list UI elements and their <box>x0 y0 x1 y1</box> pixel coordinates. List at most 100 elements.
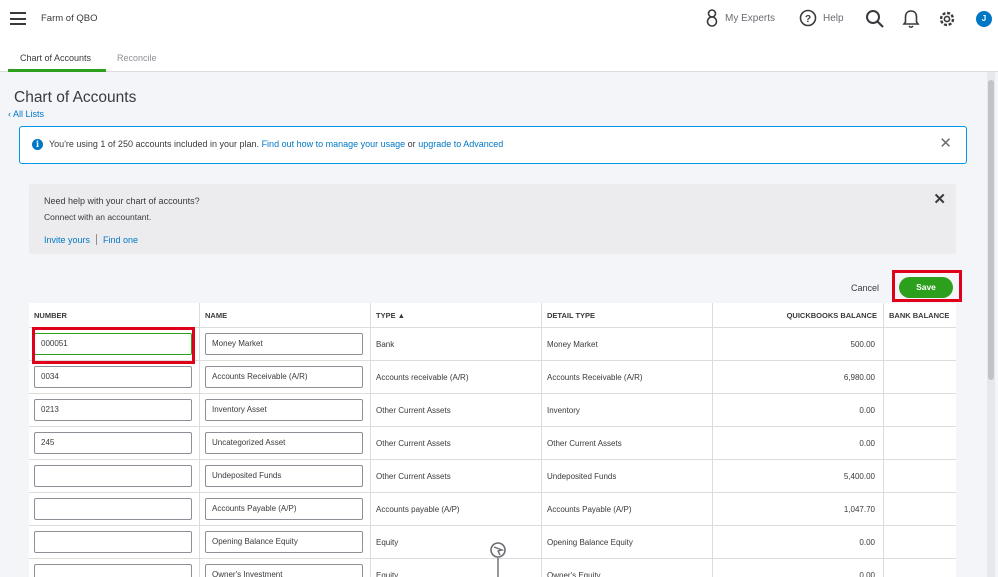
quickbooks-balance-cell: 0.00 <box>713 526 884 559</box>
account-number-input[interactable]: 0213 <box>34 399 192 421</box>
page-title: Chart of Accounts <box>14 89 137 106</box>
account-name-input[interactable]: Owner's Investment <box>205 564 363 577</box>
cursor-icon <box>490 542 506 577</box>
quickbooks-balance-cell: 0.00 <box>713 559 884 577</box>
hamburger-icon[interactable] <box>10 12 26 25</box>
number-cell: 0034 <box>29 361 200 394</box>
account-number-input[interactable] <box>34 465 192 487</box>
close-icon[interactable]: ✕ <box>939 136 952 151</box>
info-banner-text: You're using 1 of 250 accounts included … <box>49 139 503 149</box>
table-row: Undeposited Funds Other Current Assets Und… <box>29 460 956 493</box>
account-number-input[interactable] <box>34 531 192 553</box>
account-name-input[interactable]: Opening Balance Equity <box>205 531 363 553</box>
bank-balance-cell <box>884 394 956 427</box>
number-cell <box>29 526 200 559</box>
number-highlight-box <box>32 327 195 364</box>
info-banner: i You're using 1 of 250 accounts include… <box>19 126 967 164</box>
account-name-input[interactable]: Uncategorized Asset <box>205 432 363 454</box>
type-cell: Other Current Assets <box>371 460 542 493</box>
header-quickbooks-balance[interactable]: QUICKBOOKS BALANCE <box>713 303 884 328</box>
link-divider <box>96 234 98 245</box>
bank-balance-cell <box>884 328 956 361</box>
header-number[interactable]: NUMBER <box>29 303 200 328</box>
bank-balance-cell <box>884 526 956 559</box>
help-card: Need help with your chart of accounts? C… <box>29 184 956 254</box>
active-tab-indicator <box>8 69 106 72</box>
quickbooks-balance-cell: 0.00 <box>713 394 884 427</box>
number-cell <box>29 460 200 493</box>
search-icon[interactable] <box>865 9 885 29</box>
table-row: 0213 Inventory Asset Other Current Assets I… <box>29 394 956 427</box>
detail-type-cell: Money Market <box>542 328 713 361</box>
bell-icon[interactable] <box>901 9 921 29</box>
header-name[interactable]: NAME <box>200 303 371 328</box>
account-name-input[interactable]: Accounts Receivable (A/R) <box>205 366 363 388</box>
number-cell: 245 <box>29 427 200 460</box>
bank-balance-cell <box>884 460 956 493</box>
tab-chart-of-accounts[interactable]: Chart of Accounts <box>20 53 91 63</box>
help-card-links: Invite yours Find one <box>44 234 138 245</box>
help-label: Help <box>823 12 844 24</box>
page-scrollbar[interactable] <box>987 72 995 577</box>
info-icon: i <box>32 139 43 150</box>
header-type[interactable]: TYPE ▲ <box>371 303 542 328</box>
number-cell: 0213 <box>29 394 200 427</box>
account-number-input[interactable] <box>34 564 192 577</box>
detail-type-cell: Inventory <box>542 394 713 427</box>
my-experts-label: My Experts <box>725 12 776 24</box>
table-row: 0034 Accounts Receivable (A/R) Accounts re… <box>29 361 956 394</box>
account-number-input[interactable]: 245 <box>34 432 192 454</box>
gear-icon[interactable] <box>937 9 957 29</box>
quickbooks-balance-cell: 1,047.70 <box>713 493 884 526</box>
upgrade-link[interactable]: upgrade to Advanced <box>418 139 503 149</box>
cancel-button[interactable]: Cancel <box>851 283 879 293</box>
all-lists-link[interactable]: ‹ All Lists <box>8 109 44 119</box>
number-cell <box>29 559 200 577</box>
header-bank-balance[interactable]: BANK BALANCE <box>884 303 956 328</box>
manage-usage-link[interactable]: Find out how to manage your usage <box>262 139 406 149</box>
bank-balance-cell <box>884 361 956 394</box>
detail-type-cell: Undeposited Funds <box>542 460 713 493</box>
scrollbar-thumb[interactable] <box>988 80 994 380</box>
bank-balance-cell <box>884 493 956 526</box>
tab-reconcile[interactable]: Reconcile <box>117 53 157 63</box>
company-name: Farm of QBO <box>41 13 98 24</box>
name-cell: Undeposited Funds <box>200 460 371 493</box>
info-message: You're using 1 of 250 accounts included … <box>49 139 260 149</box>
table-header: NUMBER NAME TYPE ▲ DETAIL TYPE QUICKBOOK… <box>29 303 956 328</box>
account-name-input[interactable]: Undeposited Funds <box>205 465 363 487</box>
avatar[interactable]: J <box>976 11 992 27</box>
detail-type-cell: Opening Balance Equity <box>542 526 713 559</box>
name-cell: Accounts Receivable (A/R) <box>200 361 371 394</box>
invite-accountant-link[interactable]: Invite yours <box>44 235 90 245</box>
account-number-input[interactable] <box>34 498 192 520</box>
save-highlight-box <box>892 270 962 302</box>
bank-balance-cell <box>884 559 956 577</box>
type-cell: Equity <box>371 559 542 577</box>
name-cell: Opening Balance Equity <box>200 526 371 559</box>
my-experts-button[interactable]: My Experts <box>705 9 775 27</box>
header-detail-type[interactable]: DETAIL TYPE <box>542 303 713 328</box>
detail-type-cell: Accounts Receivable (A/R) <box>542 361 713 394</box>
account-name-input[interactable]: Accounts Payable (A/P) <box>205 498 363 520</box>
bank-balance-cell <box>884 427 956 460</box>
name-cell: Owner's Investment <box>200 559 371 577</box>
help-card-subtitle: Connect with an accountant. <box>44 212 152 222</box>
account-name-input[interactable]: Inventory Asset <box>205 399 363 421</box>
name-cell: Money Market <box>200 328 371 361</box>
type-cell: Bank <box>371 328 542 361</box>
info-or: or <box>407 139 416 149</box>
all-lists-label: All Lists <box>13 109 45 119</box>
svg-text:?: ? <box>805 14 811 25</box>
top-bar: Farm of QBO My Experts ? Help J <box>0 0 998 40</box>
help-button[interactable]: ? Help <box>799 9 844 27</box>
close-icon[interactable]: ✕ <box>933 192 946 207</box>
help-icon: ? <box>799 9 817 27</box>
help-card-title: Need help with your chart of accounts? <box>44 196 200 206</box>
account-number-input[interactable]: 0034 <box>34 366 192 388</box>
name-cell: Accounts Payable (A/P) <box>200 493 371 526</box>
account-name-input[interactable]: Money Market <box>205 333 363 355</box>
tab-bar: Chart of Accounts Reconcile <box>0 40 998 72</box>
type-cell: Other Current Assets <box>371 427 542 460</box>
find-accountant-link[interactable]: Find one <box>103 235 138 245</box>
